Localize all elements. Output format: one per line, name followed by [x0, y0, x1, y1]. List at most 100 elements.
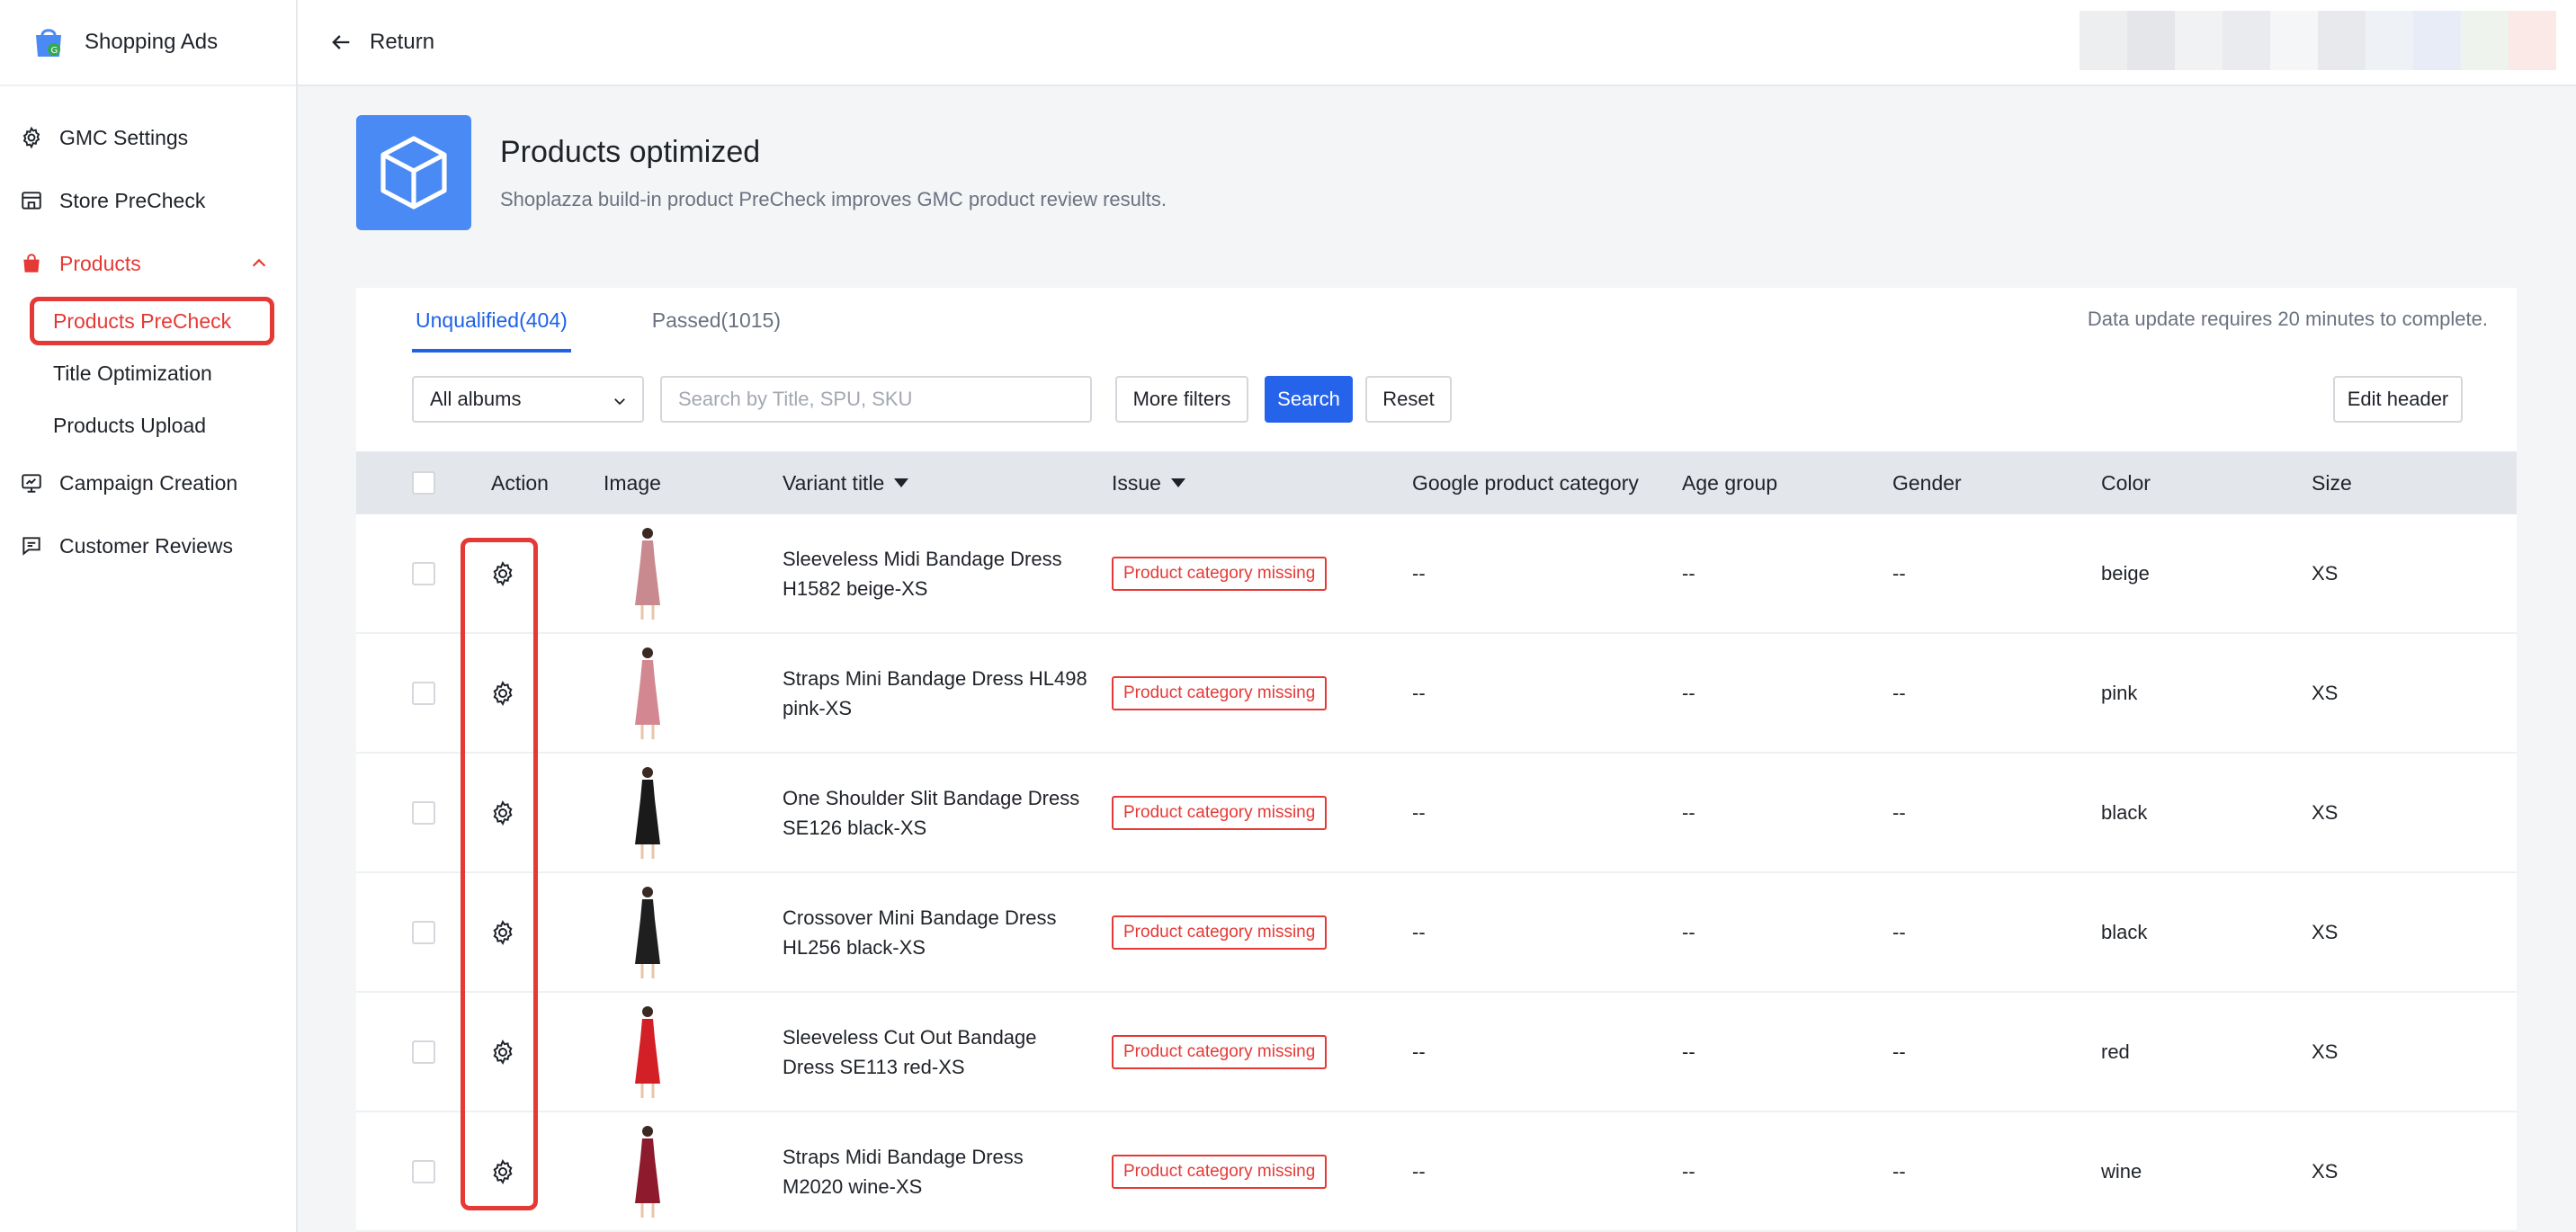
reset-button[interactable]: Reset [1365, 376, 1452, 423]
issue-badge: Product category missing [1112, 1034, 1328, 1069]
product-thumbnail[interactable] [612, 1120, 684, 1224]
product-thumbnail[interactable] [612, 1000, 684, 1104]
sidebar-item-label: Products Upload [53, 413, 207, 437]
sidebar-item-store-precheck[interactable]: Store PreCheck [0, 169, 296, 232]
age-group-cell: -- [1682, 681, 1695, 704]
sidebar-item-products-upload[interactable]: Products Upload [0, 399, 296, 451]
sidebar-item-campaign-creation[interactable]: Campaign Creation [0, 451, 296, 514]
row-checkbox[interactable] [412, 1159, 435, 1183]
more-filters-button[interactable]: More filters [1115, 376, 1248, 423]
sidebar-item-label: Store PreCheck [59, 188, 206, 212]
variant-title[interactable]: One Shoulder Slit Bandage Dress SE126 bl… [783, 783, 1088, 843]
color-cell: red [2101, 1040, 2130, 1063]
status-tabs: Unqualified(404) Passed(1015) [412, 288, 862, 353]
album-select[interactable]: All albums [412, 376, 644, 423]
sidebar-item-products[interactable]: Products [0, 232, 296, 295]
variant-title-cell: One Shoulder Slit Bandage Dress SE126 bl… [783, 754, 1088, 871]
gender-cell: -- [1892, 920, 1906, 943]
sidebar-item-products-precheck[interactable]: Products PreCheck [0, 295, 296, 347]
column-header-label: Issue [1112, 470, 1161, 495]
sort-down-icon [1170, 478, 1185, 487]
row-checkbox-cell [412, 514, 435, 632]
chevron-up-icon[interactable] [249, 254, 269, 273]
sidebar: G Shopping Ads GMC Settings Store PreChe… [0, 0, 298, 1232]
gear-icon[interactable] [489, 560, 516, 587]
svg-text:G: G [51, 46, 58, 56]
gear-icon[interactable] [489, 1039, 516, 1066]
search-button[interactable]: Search [1265, 376, 1353, 423]
issue-cell: Product category missing [1112, 993, 1328, 1111]
row-checkbox[interactable] [412, 681, 435, 705]
variant-title-cell: Sleeveless Midi Bandage Dress H1582 beig… [783, 514, 1088, 632]
sidebar-item-gmc-settings[interactable]: GMC Settings [0, 106, 296, 169]
shopping-ads-logo-icon: G [31, 24, 67, 60]
app-name: Shopping Ads [85, 30, 219, 54]
google-category-cell: -- [1412, 800, 1426, 824]
gender-cell: -- [1892, 1040, 1906, 1063]
gear-icon[interactable] [489, 680, 516, 707]
app-brand[interactable]: G Shopping Ads [0, 0, 296, 86]
column-header-issue[interactable]: Issue [1112, 451, 1186, 514]
age-group-cell: -- [1682, 561, 1695, 585]
gender-cell: -- [1892, 1159, 1906, 1183]
row-checkbox[interactable] [412, 800, 435, 825]
variant-title[interactable]: Straps Midi Bandage Dress M2020 wine-XS [783, 1142, 1088, 1201]
gear-icon[interactable] [489, 919, 516, 946]
page-subtitle: Shoplazza build-in product PreCheck impr… [500, 187, 1167, 210]
gear-icon[interactable] [489, 799, 516, 826]
variant-title[interactable]: Crossover Mini Bandage Dress HL256 black… [783, 903, 1088, 962]
table-body: Sleeveless Midi Bandage Dress H1582 beig… [356, 514, 2517, 1232]
top-bar: Return [298, 0, 2576, 86]
gear-icon [18, 124, 45, 151]
age-group-cell: -- [1682, 1159, 1695, 1183]
product-thumbnail[interactable] [612, 641, 684, 745]
column-header-action: Action [491, 470, 549, 495]
size-cell: XS [2312, 920, 2339, 943]
issue-cell: Product category missing [1112, 873, 1328, 991]
table-header: Action Image Variant title Issue Google … [356, 451, 2517, 514]
google-category-cell: -- [1412, 1040, 1426, 1063]
action-cell [489, 1112, 516, 1230]
gender-cell: -- [1892, 800, 1906, 824]
tab-unqualified[interactable]: Unqualified(404) [412, 288, 571, 353]
return-button[interactable]: Return [328, 30, 434, 55]
column-header-color: Color [2101, 470, 2151, 495]
sidebar-item-title-optimization[interactable]: Title Optimization [0, 347, 296, 399]
sort-down-icon [894, 478, 909, 487]
product-thumbnail[interactable] [612, 880, 684, 985]
arrow-left-icon [332, 35, 350, 49]
gear-icon[interactable] [489, 1158, 516, 1185]
row-checkbox[interactable] [412, 1040, 435, 1064]
tab-passed[interactable]: Passed(1015) [648, 288, 784, 353]
select-all-cell [412, 451, 435, 514]
sidebar-item-customer-reviews[interactable]: Customer Reviews [0, 514, 296, 577]
color-cell: beige [2101, 561, 2150, 585]
select-all-checkbox[interactable] [412, 471, 435, 495]
table-row: Crossover Mini Bandage Dress HL256 black… [356, 873, 2517, 993]
row-checkbox[interactable] [412, 920, 435, 944]
action-cell [489, 754, 516, 871]
table-row: Sleeveless Cut Out Bandage Dress SE113 r… [356, 993, 2517, 1112]
column-header-google-category: Google product category [1412, 470, 1639, 495]
search-input[interactable] [660, 376, 1092, 423]
action-cell [489, 993, 516, 1111]
column-header-variant-title[interactable]: Variant title [783, 451, 909, 514]
variant-title[interactable]: Sleeveless Midi Bandage Dress H1582 beig… [783, 544, 1088, 603]
google-category-cell: -- [1412, 681, 1426, 704]
action-cell [489, 873, 516, 991]
edit-header-button[interactable]: Edit header [2333, 376, 2463, 423]
variant-title[interactable]: Straps Mini Bandage Dress HL498 pink-XS [783, 664, 1088, 723]
return-label: Return [370, 30, 435, 54]
products-table: Action Image Variant title Issue Google … [356, 451, 2517, 1232]
image-cell [612, 993, 684, 1111]
product-thumbnail[interactable] [612, 761, 684, 865]
box-icon [356, 115, 471, 230]
store-icon [18, 187, 45, 214]
row-checkbox[interactable] [412, 561, 435, 585]
sidebar-item-label: Title Optimization [53, 361, 212, 385]
product-thumbnail[interactable] [612, 522, 684, 626]
issue-badge: Product category missing [1112, 915, 1328, 950]
table-row: Straps Midi Bandage Dress M2020 wine-XS … [356, 1112, 2517, 1232]
action-cell [489, 514, 516, 632]
variant-title[interactable]: Sleeveless Cut Out Bandage Dress SE113 r… [783, 1022, 1088, 1082]
